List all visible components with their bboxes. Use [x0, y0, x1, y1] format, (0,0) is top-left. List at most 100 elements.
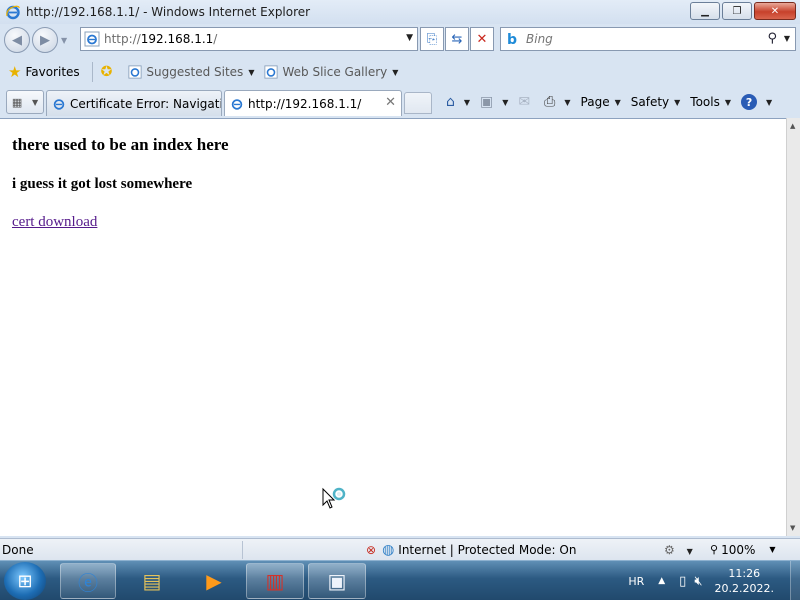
ie-tab-icon [53, 98, 65, 110]
tab-label: Certificate Error: Navigatio... [70, 96, 221, 111]
close-button[interactable]: ✕ [754, 2, 796, 20]
help-menu[interactable]: ? ▼ [741, 94, 772, 110]
security-zone-label: Internet | Protected Mode: On [398, 542, 577, 557]
page-content: there used to be an index here i guess i… [0, 118, 786, 536]
new-tab-button[interactable] [404, 92, 432, 114]
chevron-down-icon[interactable]: ▼ [502, 98, 508, 107]
clock-date: 20.2.2022. [714, 582, 774, 595]
tools-menu[interactable]: Tools ▼ [690, 95, 731, 109]
compatibility-view-button[interactable]: ⎘ [420, 27, 444, 51]
quick-tabs-grid-icon: ▦ [11, 95, 23, 109]
favorite-label: Suggested Sites [146, 65, 244, 79]
network-icon[interactable]: ▯ [679, 574, 686, 589]
address-url[interactable]: http://192.168.1.1/ [104, 32, 217, 46]
add-to-favorites-bar-button[interactable]: ✪ [101, 64, 119, 80]
protected-mode-settings[interactable]: ⚙ ▼ [664, 543, 693, 557]
tab-close-icon[interactable]: ✕ [385, 95, 396, 110]
show-hidden-icons-icon[interactable]: ▲ [658, 576, 665, 586]
page-subheading: i guess it got lost somewhere [12, 176, 193, 192]
taskbar-toolbox-app[interactable]: ▥ [246, 563, 304, 599]
taskbar-windows-explorer[interactable]: ▤ [124, 563, 180, 599]
print-button[interactable]: ⎙ ▼ [544, 94, 570, 110]
show-desktop-button[interactable] [790, 561, 800, 600]
printer-icon: ⎙ [544, 94, 556, 110]
scroll-up-icon[interactable]: ▲ [790, 122, 795, 130]
navigation-bar: ◀ ▶ ▼ http://192.168.1.1/ ▼ ⎘ ⇆ ✕ b ⚲ ▼ [0, 24, 800, 56]
safety-menu[interactable]: Safety ▼ [631, 95, 681, 109]
quick-tabs-button[interactable]: ▦ ▼ [6, 90, 44, 114]
forward-button[interactable]: ▶ [32, 27, 58, 53]
read-mail-button[interactable]: ✉ [518, 94, 534, 110]
search-box[interactable]: b ⚲ ▼ [500, 27, 796, 51]
cert-download-link[interactable]: cert download [12, 214, 97, 231]
home-icon: ⌂ [446, 94, 455, 110]
back-arrow-icon: ◀ [12, 32, 22, 48]
address-bar[interactable]: http://192.168.1.1/ ▼ [80, 27, 418, 51]
home-button[interactable]: ⌂ ▼ [446, 94, 470, 110]
address-dropdown-icon[interactable]: ▼ [406, 33, 413, 43]
taskbar-remote-desktop[interactable]: ▣ [308, 563, 366, 599]
tab-row: ▦ ▼ Certificate Error: Navigatio... http… [0, 88, 800, 116]
tab-list-dropdown-icon[interactable]: ▼ [32, 98, 38, 107]
bing-icon: b [507, 32, 518, 48]
language-indicator[interactable]: HR [628, 575, 644, 588]
maximize-button[interactable]: ❐ [722, 2, 752, 20]
clock-time: 11:26 [728, 567, 761, 580]
tab-current-page[interactable]: http://192.168.1.1/ ✕ [224, 90, 402, 116]
tab-certificate-error[interactable]: Certificate Error: Navigatio... [46, 90, 222, 116]
favorite-web-slice-gallery[interactable]: Web Slice Gallery ▼ [264, 65, 398, 79]
page-heading: there used to be an index here [12, 135, 229, 154]
start-button[interactable]: ⊞ [4, 562, 46, 600]
title-bar[interactable]: http://192.168.1.1/ - Windows Internet E… [0, 0, 800, 24]
page-menu-label: Page [580, 95, 610, 109]
forward-arrow-icon: ▶ [40, 32, 50, 48]
taskbar-internet-explorer[interactable]: ⓔ [60, 563, 116, 599]
compatibility-icon: ⎘ [426, 31, 438, 47]
chevron-down-icon: ▼ [614, 97, 621, 107]
chevron-down-icon[interactable]: ▼ [769, 545, 775, 554]
search-input[interactable] [526, 32, 746, 46]
chevron-down-icon: ▼ [724, 97, 732, 107]
ie-page-icon [128, 65, 142, 79]
clock[interactable]: 11:26 20.2.2022. [715, 566, 774, 596]
zoom-control[interactable]: ⚲ 100% ▼ [710, 543, 776, 557]
stop-button[interactable]: ✕ [470, 27, 494, 51]
system-tray: HR ▲ ▯ 🔇︎ 11:26 20.2.2022. [628, 561, 800, 600]
favorite-suggested-sites[interactable]: Suggested Sites ▼ [128, 65, 254, 79]
add-favorite-star-icon: ✪ [100, 64, 113, 80]
tools-menu-label: Tools [690, 95, 720, 109]
favorites-button[interactable]: ★ Favorites [8, 63, 80, 81]
chevron-down-icon: ▼ [686, 546, 693, 556]
url-scheme: http:// [104, 32, 141, 46]
windows-logo-icon: ⊞ [17, 570, 33, 592]
settings-gear-icon: ⚙ [664, 542, 675, 557]
taskbar-media-player[interactable]: ▶ [186, 563, 242, 599]
ie-window: http://192.168.1.1/ - Windows Internet E… [0, 0, 800, 560]
refresh-button[interactable]: ⇆ [445, 27, 469, 51]
page-ie-icon [84, 31, 100, 47]
vertical-scrollbar[interactable]: ▲ ▼ [786, 118, 800, 536]
chevron-down-icon[interactable]: ▼ [564, 98, 570, 107]
refresh-icon: ⇆ [451, 31, 463, 47]
address-tools: ⎘ ⇆ ✕ [420, 27, 496, 51]
search-icon[interactable]: ⚲ [767, 31, 777, 46]
page-menu[interactable]: Page ▼ [581, 95, 621, 109]
status-separator [242, 540, 243, 559]
window-controls: ▁ ❐ ✕ [688, 2, 796, 20]
security-zone[interactable]: ⊗ ◍ Internet | Protected Mode: On [366, 542, 576, 558]
chevron-down-icon: ▼ [248, 67, 255, 77]
media-player-icon: ▶ [206, 569, 222, 593]
command-bar: ⌂ ▼ ▣ ▼ ✉ ⎙ ▼ Page ▼ Safety ▼ Tools ▼ ? … [446, 90, 782, 114]
ie-logo-icon [6, 5, 20, 20]
search-options-dropdown[interactable]: ▼ [784, 34, 790, 43]
back-button[interactable]: ◀ [4, 27, 30, 53]
volume-muted-icon[interactable]: 🔇︎ [694, 574, 702, 589]
status-bar: Done ⊗ ◍ Internet | Protected Mode: On ⚙… [0, 538, 800, 560]
blocked-content-icon[interactable]: ⊗ [366, 543, 376, 557]
recent-pages-dropdown[interactable]: ▼ [61, 36, 67, 45]
minimize-button[interactable]: ▁ [690, 2, 720, 20]
chevron-down-icon[interactable]: ▼ [464, 98, 470, 107]
feeds-button[interactable]: ▣ ▼ [480, 94, 508, 110]
chevron-down-icon: ▼ [392, 67, 399, 77]
scroll-down-icon[interactable]: ▼ [790, 524, 795, 532]
